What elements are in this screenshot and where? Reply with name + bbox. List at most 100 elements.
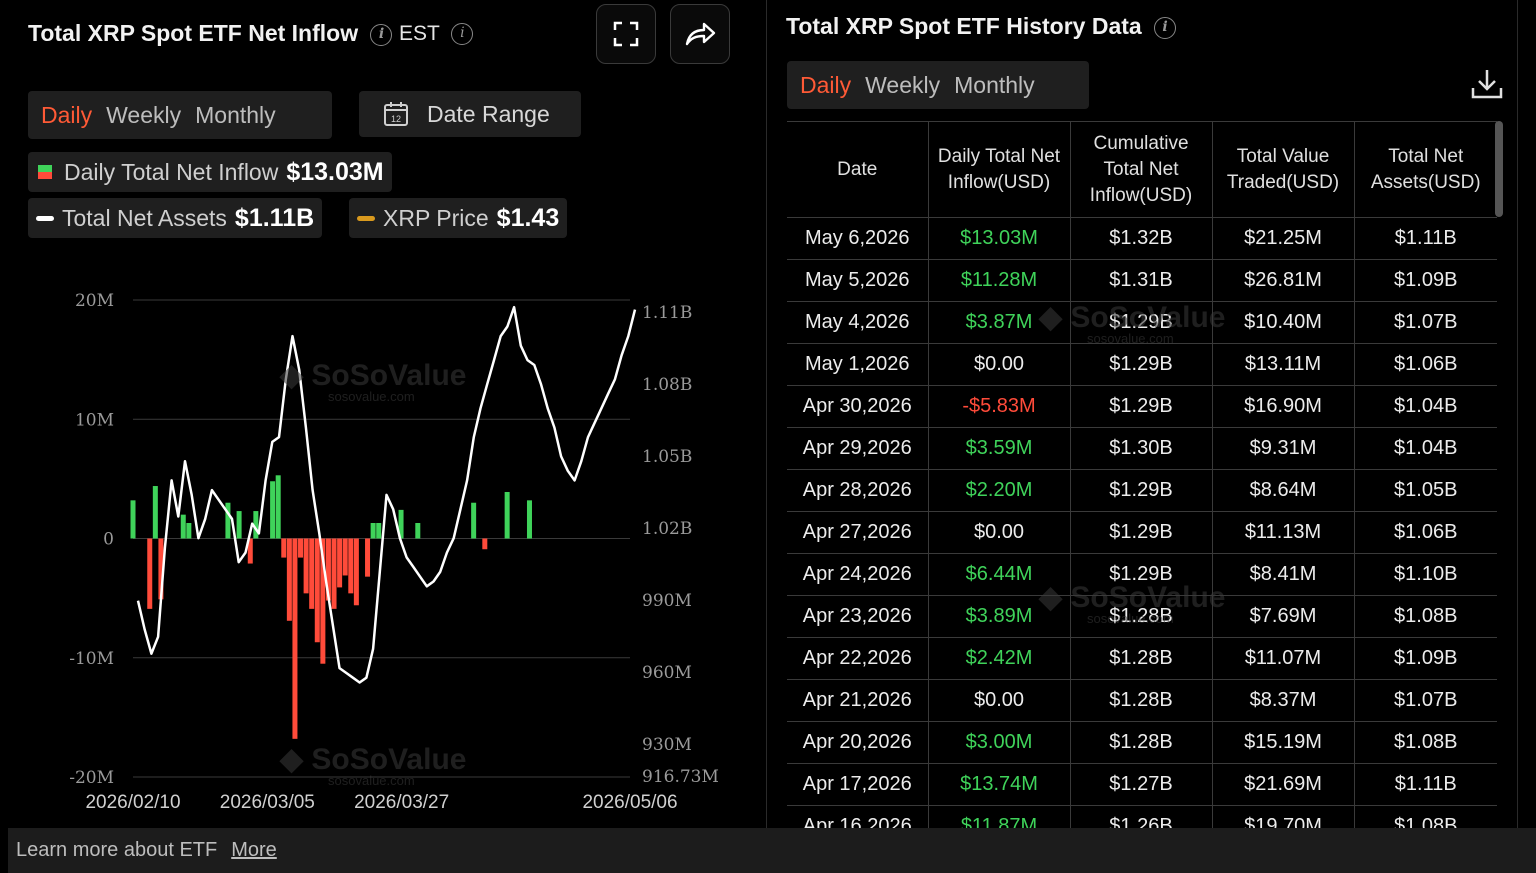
tab-monthly[interactable]: Monthly <box>188 102 283 129</box>
table-row[interactable]: Apr 17,2026 $13.74M $1.27B $21.69M $1.11B <box>787 763 1497 806</box>
history-tab-weekly[interactable]: Weekly <box>858 72 947 99</box>
table-row[interactable]: May 6,2026 $13.03M $1.32B $21.25M $1.11B <box>787 217 1497 260</box>
cell-cumulative: $1.26B <box>1070 805 1213 828</box>
svg-text:12: 12 <box>391 114 401 124</box>
inflow-bar <box>225 502 231 539</box>
inflow-swatch-icon <box>38 165 52 179</box>
right-axis-tick: 1.02B <box>642 519 692 539</box>
cell-date: Apr 28,2026 <box>787 469 929 512</box>
cell-inflow: $2.20M <box>928 469 1071 512</box>
inflow-bar <box>147 538 153 609</box>
inflow-bar <box>275 475 281 539</box>
table-row[interactable]: Apr 24,2026 $6.44M $1.29B $8.41M $1.10B <box>787 553 1497 596</box>
cell-assets: $1.04B <box>1354 427 1497 470</box>
download-icon[interactable] <box>1469 66 1505 102</box>
table-row[interactable]: Apr 20,2026 $3.00M $1.28B $15.19M $1.08B <box>787 721 1497 764</box>
table-row[interactable]: Apr 30,2026 -$5.83M $1.29B $16.90M $1.04B <box>787 385 1497 428</box>
left-axis-tick: 0 <box>103 530 114 550</box>
cell-inflow: $11.28M <box>928 259 1071 302</box>
assets-swatch-icon <box>36 215 54 221</box>
cell-inflow: $3.00M <box>928 721 1071 764</box>
inflow-bar <box>337 538 343 588</box>
cell-assets: $1.06B <box>1354 511 1497 554</box>
col-date: Date <box>787 121 929 218</box>
cell-cumulative: $1.31B <box>1070 259 1213 302</box>
cell-date: Apr 22,2026 <box>787 637 929 680</box>
inflow-chart[interactable]: 20M 10M 0 -10M -20M 1.11B 1.08B 1.05B 1.02B 990M 9… <box>8 280 760 820</box>
inflow-bar <box>303 538 309 594</box>
table-row[interactable]: May 4,2026 $3.87M $1.29B $10.40M $1.07B <box>787 301 1497 344</box>
net-inflow-panel: Total XRP Spot ETF Net Inflow i EST i Da… <box>8 0 760 828</box>
cell-assets: $1.04B <box>1354 385 1497 428</box>
right-axis-tick: 1.11B <box>642 303 692 323</box>
cell-traded: $8.41M <box>1212 553 1355 596</box>
cell-assets: $1.10B <box>1354 553 1497 596</box>
fullscreen-button[interactable] <box>596 4 656 64</box>
inflow-bar <box>298 538 304 558</box>
table-row[interactable]: Apr 16,2026 $11.87M $1.26B $19.70M $1.08B <box>787 805 1497 828</box>
table-row[interactable]: May 5,2026 $11.28M $1.31B $26.81M $1.09B <box>787 259 1497 302</box>
cell-date: May 4,2026 <box>787 301 929 344</box>
history-title: Total XRP Spot ETF History Data i <box>786 13 1177 40</box>
table-row[interactable]: Apr 23,2026 $3.89M $1.28B $7.69M $1.08B <box>787 595 1497 638</box>
cell-date: Apr 27,2026 <box>787 511 929 554</box>
inflow-bar <box>152 486 158 539</box>
cell-cumulative: $1.28B <box>1070 595 1213 638</box>
x-axis-tick: 2026/03/27 <box>354 792 449 813</box>
cell-inflow: $0.00 <box>928 511 1071 554</box>
cell-inflow: $6.44M <box>928 553 1071 596</box>
cell-date: May 6,2026 <box>787 217 929 260</box>
fullscreen-icon <box>613 21 639 47</box>
cell-traded: $11.13M <box>1212 511 1355 554</box>
inflow-bar <box>526 500 532 539</box>
info-icon[interactable]: i <box>370 23 393 46</box>
cell-traded: $15.19M <box>1212 721 1355 764</box>
table-row[interactable]: May 1,2026 $0.00 $1.29B $13.11M $1.06B <box>787 343 1497 386</box>
inflow-bar <box>353 538 359 606</box>
right-axis-tick: 916.73M <box>642 767 719 787</box>
cell-cumulative: $1.29B <box>1070 511 1213 554</box>
tab-weekly[interactable]: Weekly <box>99 102 188 129</box>
table-row[interactable]: Apr 29,2026 $3.59M $1.30B $9.31M $1.04B <box>787 427 1497 470</box>
col-assets: Total Net Assets(USD) <box>1354 121 1497 218</box>
table-header-row: Date Daily Total Net Inflow(USD) Cumulat… <box>787 121 1497 218</box>
timezone-info-icon[interactable]: i <box>451 23 474 46</box>
cell-date: Apr 21,2026 <box>787 679 929 722</box>
share-button[interactable] <box>670 4 730 64</box>
cell-cumulative: $1.28B <box>1070 721 1213 764</box>
cell-inflow: $3.87M <box>928 301 1071 344</box>
table-row[interactable]: Apr 28,2026 $2.20M $1.29B $8.64M $1.05B <box>787 469 1497 512</box>
period-tabs: Daily Weekly Monthly <box>28 91 332 139</box>
footer-text: Learn more about ETF <box>16 839 218 861</box>
legend-assets[interactable]: Total Net Assets $1.11B <box>28 198 323 238</box>
table-row[interactable]: Apr 22,2026 $2.42M $1.28B $11.07M $1.09B <box>787 637 1497 680</box>
cell-cumulative: $1.28B <box>1070 679 1213 722</box>
table-row[interactable]: Apr 27,2026 $0.00 $1.29B $11.13M $1.06B <box>787 511 1497 554</box>
col-traded: Total Value Traded(USD) <box>1212 121 1355 218</box>
table-row[interactable]: Apr 21,2026 $0.00 $1.28B $8.37M $1.07B <box>787 679 1497 722</box>
history-info-icon[interactable]: i <box>1154 16 1177 39</box>
legend-price[interactable]: XRP Price $1.43 <box>349 198 568 238</box>
inflow-bar <box>314 538 320 643</box>
cell-traded: $21.69M <box>1212 763 1355 806</box>
inflow-bar <box>236 511 242 539</box>
more-link[interactable]: More <box>231 839 277 862</box>
timezone-label[interactable]: EST i <box>399 22 474 46</box>
legend-inflow[interactable]: Daily Total Net Inflow $13.03M <box>28 152 392 192</box>
cell-traded: $8.37M <box>1212 679 1355 722</box>
left-axis-tick: -10M <box>69 649 114 669</box>
history-tab-daily[interactable]: Daily <box>793 72 858 99</box>
cell-assets: $1.05B <box>1354 469 1497 512</box>
cell-inflow: $13.74M <box>928 763 1071 806</box>
inflow-bar <box>309 538 315 609</box>
inflow-bar <box>180 514 186 539</box>
right-axis-tick: 990M <box>642 591 692 611</box>
cell-inflow: $3.89M <box>928 595 1071 638</box>
history-table-wrap[interactable]: Date Daily Total Net Inflow(USD) Cumulat… <box>787 121 1497 828</box>
date-range-button[interactable]: 12 Date Range <box>359 91 581 137</box>
left-axis-tick: 20M <box>75 291 114 311</box>
tab-daily[interactable]: Daily <box>34 102 99 129</box>
cell-cumulative: $1.29B <box>1070 469 1213 512</box>
history-tab-monthly[interactable]: Monthly <box>947 72 1042 99</box>
table-scrollbar[interactable] <box>1495 121 1503 217</box>
